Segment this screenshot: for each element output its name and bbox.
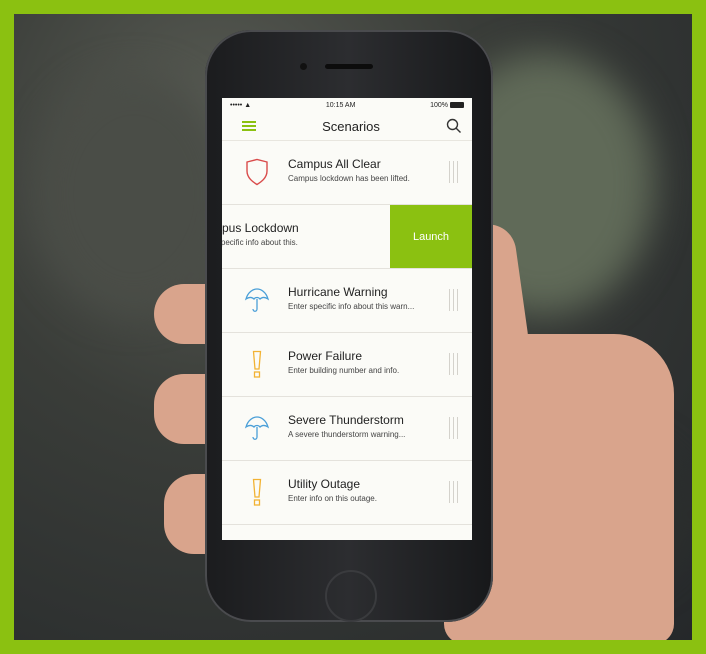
- front-camera: [300, 63, 307, 70]
- scenario-row-severe-thunderstorm[interactable]: Severe Thunderstorm A severe thunderstor…: [222, 397, 472, 461]
- drag-handle-icon[interactable]: [449, 481, 458, 503]
- scenario-subtitle: Enter specific info about this warn...: [288, 302, 415, 311]
- signal-indicator: ••••• ▲: [230, 101, 252, 109]
- earpiece-speaker: [325, 64, 373, 69]
- hamburger-menu-icon[interactable]: [242, 121, 256, 131]
- shield-icon: [246, 158, 268, 186]
- scenario-row-power-failure[interactable]: Power Failure Enter building number and …: [222, 333, 472, 397]
- scenario-subtitle: Enter building number and info.: [288, 366, 400, 375]
- exclamation-icon: [252, 478, 262, 506]
- scenario-title: mpus Lockdown: [222, 221, 299, 235]
- scenario-row-campus-all-clear[interactable]: Campus All Clear Campus lockdown has bee…: [222, 141, 472, 205]
- umbrella-icon: [244, 288, 270, 312]
- scenario-title: Power Failure: [288, 349, 363, 363]
- scenario-subtitle: Enter info on this outage.: [288, 494, 377, 503]
- scenario-title: Utility Outage: [288, 477, 361, 491]
- scenario-row-campus-lockdown[interactable]: mpus Lockdown r specific info about this…: [222, 205, 472, 269]
- scenario-row-hurricane-warning[interactable]: Hurricane Warning Enter specific info ab…: [222, 269, 472, 333]
- nav-bar: Scenarios: [222, 112, 472, 141]
- scenario-title: Campus All Clear: [288, 157, 381, 171]
- drag-handle-icon[interactable]: [449, 161, 458, 183]
- search-icon[interactable]: [446, 118, 462, 134]
- background-building: [34, 74, 234, 314]
- battery-indicator: 100%: [430, 102, 464, 109]
- drag-handle-icon[interactable]: [449, 353, 458, 375]
- home-button[interactable]: [325, 570, 377, 622]
- launch-button[interactable]: Launch: [390, 205, 472, 268]
- umbrella-icon: [244, 416, 270, 440]
- scenario-subtitle: r specific info about this.: [222, 238, 298, 247]
- drag-handle-icon[interactable]: [449, 417, 458, 439]
- scenario-subtitle: Campus lockdown has been lifted.: [288, 174, 410, 183]
- swiped-row-content: mpus Lockdown r specific info about this…: [222, 205, 460, 268]
- phone-screen: ••••• ▲ 10:15 AM 100% Scenarios Campus A…: [222, 98, 472, 540]
- drag-handle-icon[interactable]: [449, 289, 458, 311]
- status-bar: ••••• ▲ 10:15 AM 100%: [222, 98, 472, 112]
- scenario-row-utility-outage[interactable]: Utility Outage Enter info on this outage…: [222, 461, 472, 525]
- status-time: 10:15 AM: [325, 101, 356, 109]
- exclamation-icon: [252, 350, 262, 378]
- scenario-title: Hurricane Warning: [288, 285, 388, 299]
- scenario-title: Severe Thunderstorm: [288, 413, 404, 427]
- scenario-subtitle: A severe thunderstorm warning...: [288, 430, 406, 439]
- page-title: Scenarios: [322, 118, 380, 134]
